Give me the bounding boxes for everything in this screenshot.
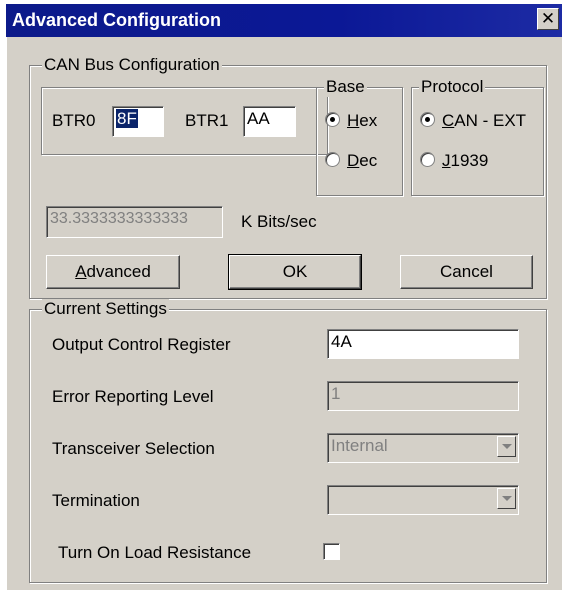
protocol-legend: Protocol bbox=[419, 77, 486, 97]
bitrate-value: 33.3333333333333 bbox=[50, 210, 188, 227]
error-level-label: Error Reporting Level bbox=[52, 387, 214, 406]
error-level-input: 1 bbox=[327, 381, 519, 411]
can-ext-mnemonic: C bbox=[442, 111, 455, 130]
output-control-input[interactable]: 4A bbox=[327, 329, 519, 359]
j1939-label: 1939 bbox=[450, 151, 489, 170]
chevron-down-icon bbox=[497, 488, 516, 509]
base-legend: Base bbox=[324, 77, 367, 97]
j1939-mnemonic: J bbox=[442, 151, 451, 170]
error-level-value: 1 bbox=[331, 384, 341, 403]
advanced-mnemonic: A bbox=[75, 262, 87, 281]
radio-j1939-icon[interactable] bbox=[420, 152, 435, 167]
can-ext-label: AN - EXT bbox=[454, 111, 527, 130]
protocol-group: Protocol CAN - EXT J1939 bbox=[411, 77, 544, 196]
dec-mnemonic: D bbox=[347, 151, 360, 170]
output-control-label: Output Control Register bbox=[52, 335, 231, 354]
title-bar[interactable]: Advanced Configuration bbox=[6, 4, 562, 37]
transceiver-label: Transceiver Selection bbox=[52, 439, 215, 458]
btr0-value: 8F bbox=[116, 109, 138, 128]
can-bus-group: CAN Bus Configuration BTR0 8F BTR1 AA Ba… bbox=[29, 55, 547, 299]
btr0-input[interactable]: 8F bbox=[112, 106, 164, 137]
radio-dec-icon[interactable] bbox=[325, 152, 340, 167]
output-control-value: 4A bbox=[331, 332, 352, 351]
load-resistance-label: Turn On Load Resistance bbox=[58, 543, 252, 562]
radio-can-ext-icon[interactable] bbox=[420, 112, 435, 127]
bitrate-field: 33.3333333333333 bbox=[46, 206, 223, 238]
dialog-window: Advanced Configuration ✕ CAN Bus Configu… bbox=[0, 0, 564, 590]
radio-hex-icon[interactable] bbox=[325, 112, 340, 127]
termination-select bbox=[327, 485, 519, 515]
dec-label: ec bbox=[359, 151, 378, 170]
termination-label: Termination bbox=[52, 491, 140, 510]
load-resistance-checkbox[interactable] bbox=[323, 543, 340, 560]
btr0-label: BTR0 bbox=[52, 111, 96, 130]
base-group: Base Hex Dec bbox=[316, 77, 403, 196]
radio-base-hex[interactable]: Hex bbox=[325, 111, 377, 131]
window-title: Advanced Configuration bbox=[12, 10, 222, 30]
advanced-button[interactable]: Advanced bbox=[46, 255, 180, 289]
btr-box: BTR0 8F BTR1 AA bbox=[41, 87, 328, 155]
btr1-value: AA bbox=[247, 109, 270, 128]
cancel-button[interactable]: Cancel bbox=[400, 255, 533, 289]
bitrate-unit: K Bits/sec bbox=[241, 212, 317, 231]
current-settings-group: Current Settings Output Control Register… bbox=[29, 299, 547, 583]
dialog-client: CAN Bus Configuration BTR0 8F BTR1 AA Ba… bbox=[6, 37, 562, 590]
radio-protocol-can-ext[interactable]: CAN - EXT bbox=[420, 111, 526, 131]
transceiver-select: Internal bbox=[327, 433, 519, 463]
can-bus-legend: CAN Bus Configuration bbox=[42, 55, 222, 75]
ok-button[interactable]: OK bbox=[228, 254, 362, 290]
radio-protocol-j1939[interactable]: J1939 bbox=[420, 151, 488, 171]
advanced-label: dvanced bbox=[86, 262, 151, 281]
current-settings-legend: Current Settings bbox=[42, 299, 169, 319]
hex-label: ex bbox=[359, 111, 378, 130]
radio-base-dec[interactable]: Dec bbox=[325, 151, 377, 171]
btr1-input[interactable]: AA bbox=[243, 106, 296, 137]
hex-mnemonic: H bbox=[347, 111, 360, 130]
chevron-down-icon bbox=[497, 436, 516, 457]
close-icon[interactable]: ✕ bbox=[537, 8, 559, 30]
btr1-label: BTR1 bbox=[185, 111, 229, 130]
transceiver-value: Internal bbox=[331, 436, 388, 455]
